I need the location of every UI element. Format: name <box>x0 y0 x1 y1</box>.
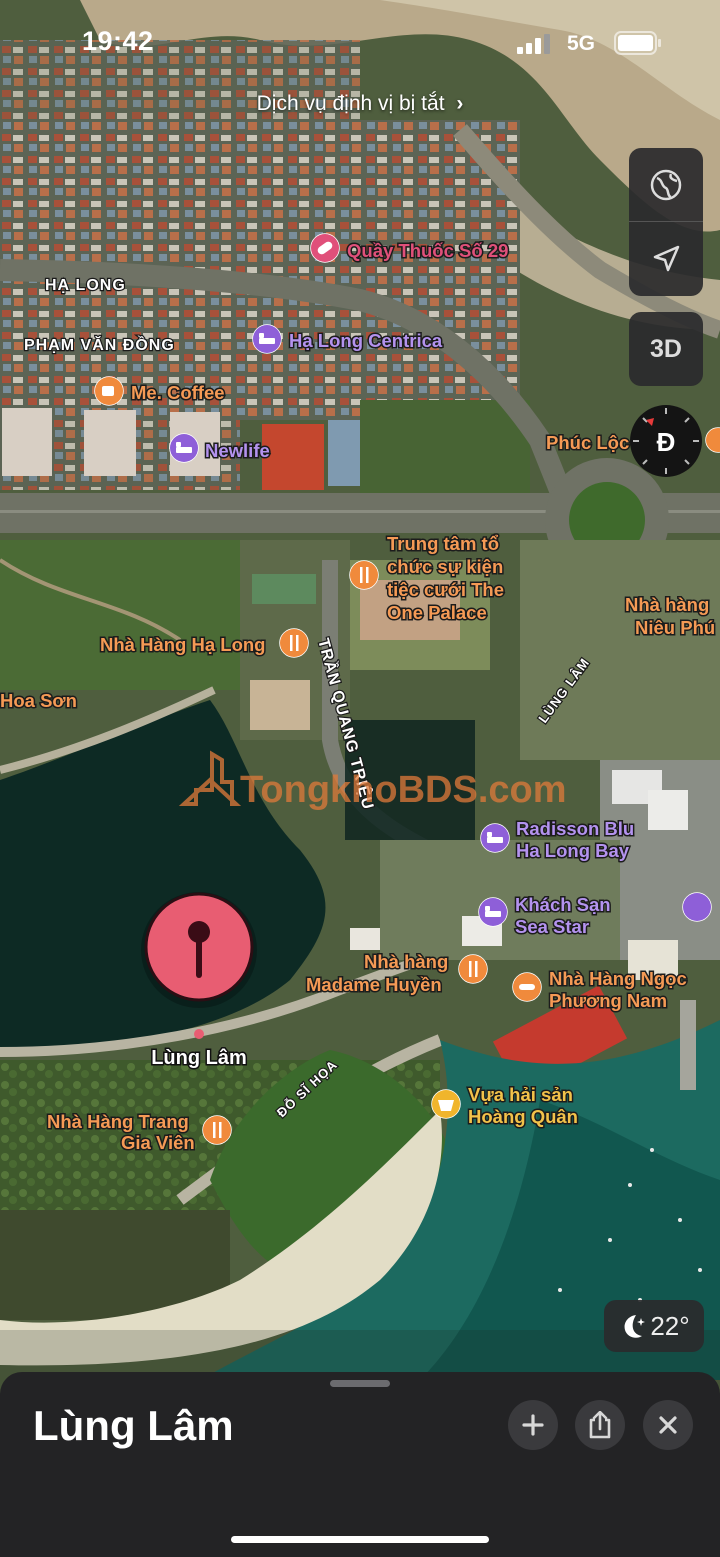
poi-label: Nhà hàng <box>625 594 709 615</box>
sheet-grabber[interactable] <box>330 1380 390 1387</box>
poi-label: Hạ Long Centrica <box>289 330 443 351</box>
poi-label: Nhà Hàng Ngọc <box>549 968 687 989</box>
sheet-title: Lùng Lâm <box>33 1402 234 1449</box>
globe-icon <box>650 169 682 201</box>
network-type: 5G <box>567 32 596 55</box>
poi-label: Nhà hàng <box>364 951 448 972</box>
banner-text: Dịch vụ định vị bị tắt <box>256 92 445 115</box>
poi-label: Quầy Thuốc Số 29 <box>347 240 508 261</box>
poi-label: Gia Viên <box>121 1132 195 1153</box>
map-mode-button[interactable] <box>629 148 703 222</box>
close-button[interactable] <box>643 1400 693 1450</box>
poi-label: Phương Nam <box>549 990 667 1011</box>
poi-label: Nhà Hàng Trang <box>47 1111 189 1132</box>
fork-knife-icon <box>349 560 379 590</box>
poi-label: Niêu Phú <box>635 617 715 638</box>
poi-label: tiệc cưới The <box>387 579 504 600</box>
location-services-banner[interactable]: Dịch vụ định vị bị tắt › <box>0 92 720 116</box>
status-time: 19:42 <box>82 26 154 56</box>
watermark-text: TongkhoBDS.com <box>240 769 567 811</box>
poi-label: Ha Long Bay <box>516 840 630 861</box>
poi-label: Vựa hải sản <box>468 1084 573 1105</box>
add-button[interactable] <box>508 1400 558 1450</box>
poi-hoa-son[interactable]: Hoa Sơn <box>0 689 78 713</box>
share-button[interactable] <box>575 1400 625 1450</box>
share-icon <box>589 1411 611 1439</box>
place-sheet[interactable]: Lùng Lâm <box>0 1372 720 1557</box>
poi-label: Radisson Blu <box>516 818 634 839</box>
road-label-ha-long: HẠ LONG <box>45 277 126 294</box>
poi-label: One Palace <box>387 602 487 623</box>
poi-label: Me. Coffee <box>131 382 225 403</box>
chevron-right-icon: › <box>456 92 464 115</box>
compass-button[interactable]: Đ <box>629 404 703 478</box>
moon-stars-icon <box>624 1315 646 1338</box>
poi-label: chức sự kiện <box>387 556 503 577</box>
map-controls <box>629 148 703 296</box>
poi-label: Trung tâm tổ <box>387 533 499 554</box>
poi-label: Phúc Lộc <box>546 432 629 453</box>
signal-icon <box>517 34 550 54</box>
temperature: 22° <box>650 1310 690 1341</box>
plus-icon <box>522 1414 544 1436</box>
poi-label: Sea Star <box>515 916 589 937</box>
poi-label: Newlife <box>205 440 270 461</box>
location-arrow-icon <box>653 245 680 272</box>
poi-label: Madame Huyền <box>306 974 442 995</box>
poi-label: Khách Sạn <box>515 894 611 915</box>
close-icon <box>659 1416 677 1434</box>
poi-label: Nhà Hàng Hạ Long <box>100 634 265 655</box>
fork-knife-icon <box>279 628 309 658</box>
poi-me-coffee[interactable]: Me. Coffee <box>94 376 226 406</box>
weather-badge: 22° <box>604 1300 704 1352</box>
pin-label: Lùng Lâm <box>151 1047 247 1069</box>
road-label-pham-van-dong: PHẠM VĂN ĐỒNG <box>24 335 175 354</box>
compass-letter: Đ <box>657 427 676 457</box>
fork-knife-icon <box>458 954 488 984</box>
3d-view-button[interactable]: 3D <box>629 312 703 386</box>
poi-label: Hoàng Quân <box>468 1106 578 1127</box>
fork-knife-icon <box>202 1115 232 1145</box>
battery-icon <box>614 31 661 55</box>
home-indicator <box>231 1536 489 1543</box>
poi-label: Hoa Sơn <box>0 690 77 711</box>
current-location-button[interactable] <box>629 222 703 296</box>
bed-icon <box>682 892 712 922</box>
